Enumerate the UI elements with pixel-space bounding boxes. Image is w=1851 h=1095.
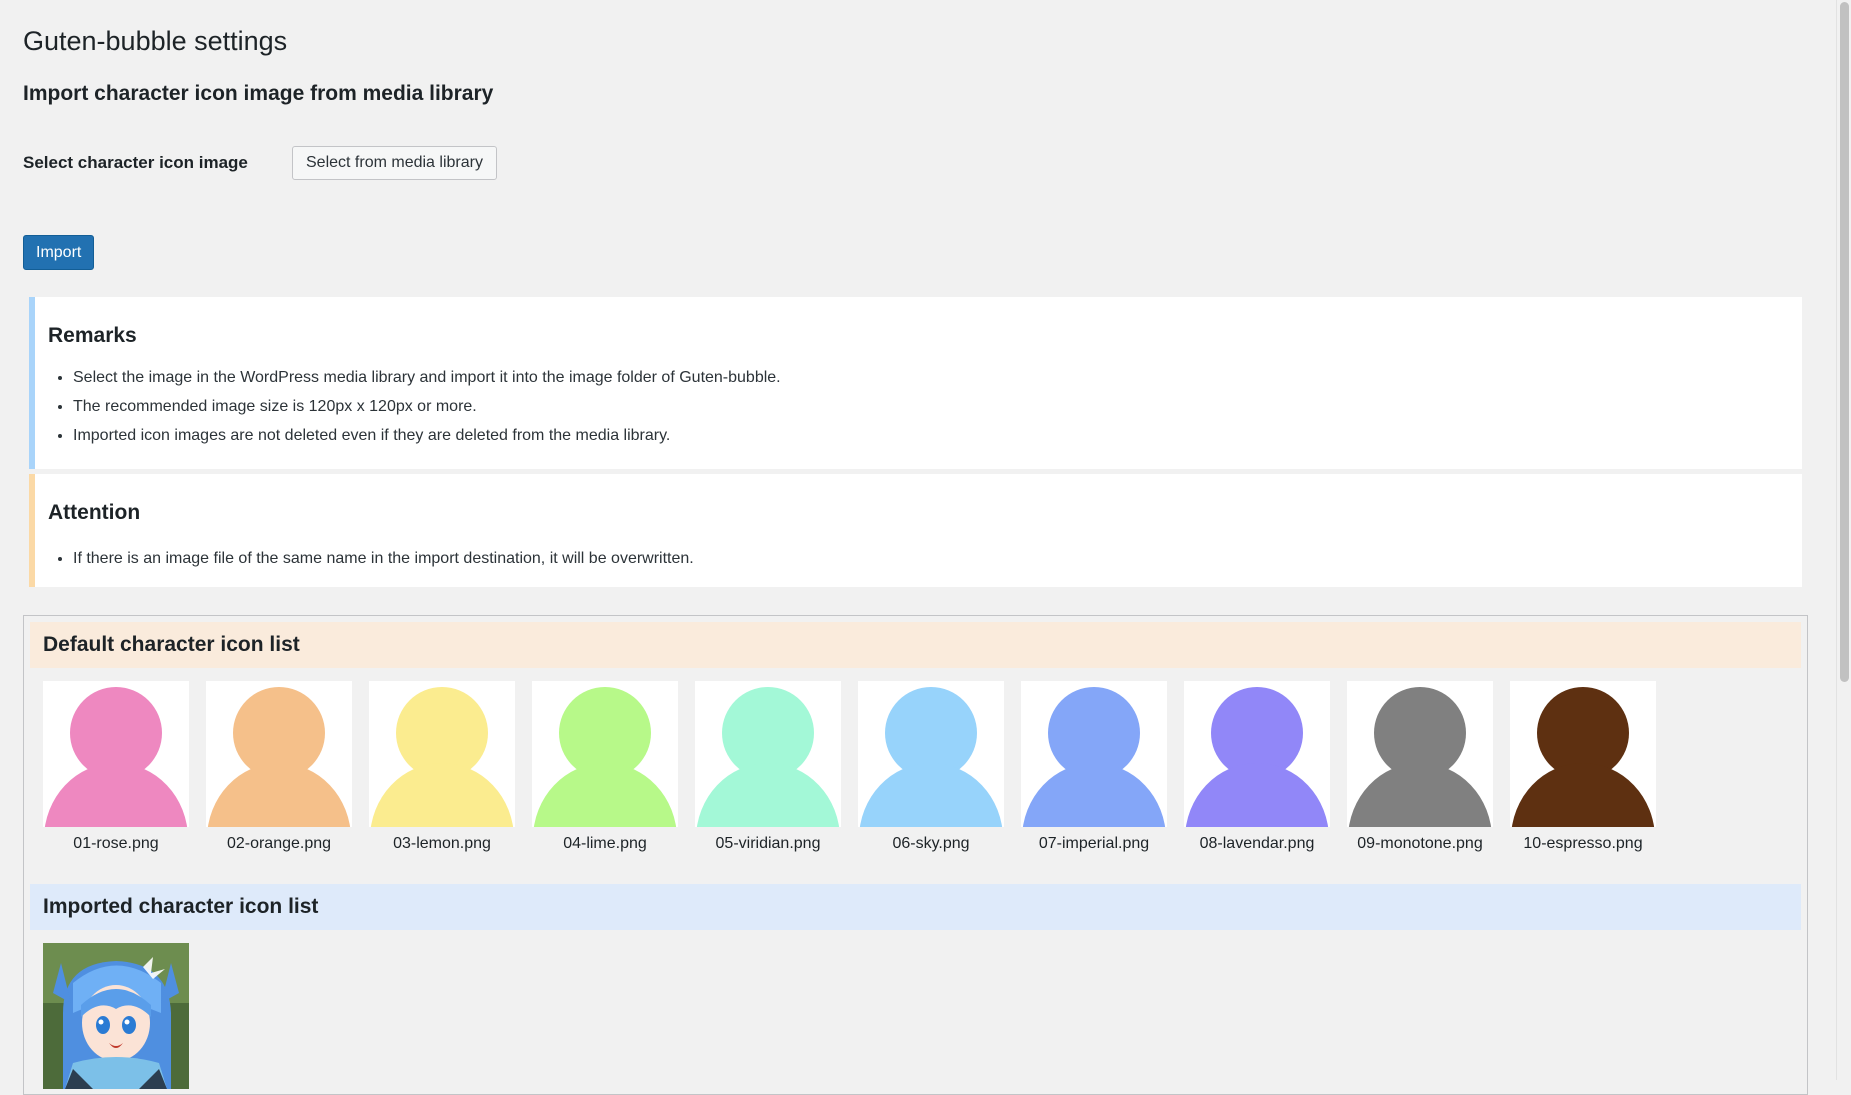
- import-button[interactable]: Import: [23, 235, 95, 270]
- person-silhouette-icon: [532, 681, 678, 827]
- default-icon-card: 01-rose.png: [43, 681, 189, 854]
- remarks-item: Select the image in the WordPress media …: [73, 363, 1802, 392]
- default-icon-card: 09-monotone.png: [1347, 681, 1493, 854]
- scrollbar-thumb[interactable]: [1840, 2, 1849, 682]
- icon-filename: 01-rose.png: [73, 835, 159, 852]
- icon-filename: 04-lime.png: [563, 835, 647, 852]
- icon-filename: 09-monotone.png: [1357, 835, 1483, 852]
- person-silhouette-icon: [1021, 681, 1167, 827]
- attention-list: If there is an image file of the same na…: [48, 544, 1802, 573]
- imported-character-icon[interactable]: [43, 943, 189, 1089]
- page-scrollbar[interactable]: [1836, 0, 1851, 1080]
- select-from-media-library-button[interactable]: Select from media library: [292, 146, 497, 180]
- person-silhouette-icon: [695, 681, 841, 827]
- icon-filename: 02-orange.png: [226, 835, 332, 852]
- page-title: Guten-bubble settings: [23, 26, 288, 56]
- default-icon-card: 05-viridian.png: [695, 681, 841, 854]
- default-icon-card: 06-sky.png: [858, 681, 1004, 854]
- default-icon-list-title: Default character icon list: [30, 622, 1801, 668]
- remarks-list: Select the image in the WordPress media …: [48, 363, 1802, 450]
- icon-filename: 10-espresso.png: [1523, 835, 1643, 852]
- person-silhouette-icon: [1347, 681, 1493, 827]
- default-icon-card: 07-imperial.png: [1021, 681, 1167, 854]
- attention-title: Attention: [48, 501, 141, 524]
- default-icon-card: 08-lavendar.png: [1184, 681, 1330, 854]
- remarks-title: Remarks: [48, 324, 137, 347]
- icon-filename: 03-lemon.png: [393, 835, 491, 852]
- default-icon-card: 03-lemon.png: [369, 681, 515, 854]
- remarks-notice: Remarks Select the image in the WordPres…: [29, 297, 1802, 469]
- remarks-item: The recommended image size is 120px x 12…: [73, 392, 1802, 421]
- attention-notice: Attention If there is an image file of t…: [29, 474, 1802, 587]
- icon-filename: 08-lavendar.png: [1199, 835, 1315, 852]
- attention-item: If there is an image file of the same na…: [73, 544, 1802, 573]
- person-silhouette-icon: [858, 681, 1004, 827]
- person-silhouette-icon: [206, 681, 352, 827]
- icon-list-panel: Default character icon list 01-rose.png 0…: [23, 615, 1808, 1095]
- person-silhouette-icon: [369, 681, 515, 827]
- remarks-item: Imported icon images are not deleted eve…: [73, 421, 1802, 450]
- person-silhouette-icon: [1510, 681, 1656, 827]
- imported-icon-list-title: Imported character icon list: [30, 884, 1801, 930]
- icon-filename: 06-sky.png: [892, 835, 970, 852]
- select-image-label: Select character icon image: [23, 153, 248, 172]
- select-image-row: Select character icon image Select from …: [23, 145, 497, 181]
- person-silhouette-icon: [43, 681, 189, 827]
- default-icon-card: 02-orange.png: [206, 681, 352, 854]
- person-silhouette-icon: [1184, 681, 1330, 827]
- icon-filename: 05-viridian.png: [715, 835, 821, 852]
- default-icon-card: 04-lime.png: [532, 681, 678, 854]
- default-icon-card: 10-espresso.png: [1510, 681, 1656, 854]
- imported-icon-grid: [43, 943, 189, 1089]
- default-icon-grid: 01-rose.png 02-orange.png 03-lemon.png 04-l…: [43, 681, 1673, 854]
- anime-character-icon: [43, 943, 189, 1089]
- icon-filename: 07-imperial.png: [1038, 835, 1150, 852]
- import-section-heading: Import character icon image from media l…: [23, 82, 494, 105]
